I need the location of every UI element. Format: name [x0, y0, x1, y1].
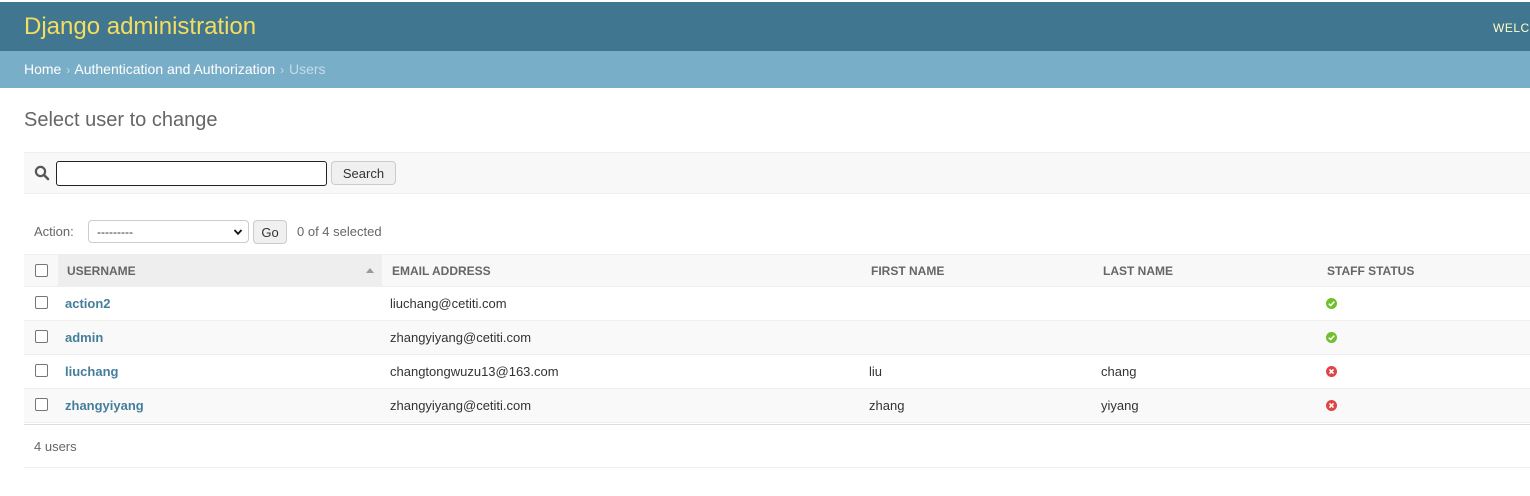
- column-header-first-name[interactable]: First name: [871, 255, 944, 287]
- username-link[interactable]: liuchang: [65, 364, 118, 379]
- email-cell: changtongwuzu13@163.com: [390, 364, 559, 379]
- x-circle-icon: [1326, 366, 1337, 377]
- search-input[interactable]: [56, 161, 327, 186]
- column-header-staff-status[interactable]: Staff status: [1327, 255, 1414, 287]
- chevron-down-icon: [233, 229, 243, 236]
- column-header-last-name[interactable]: Last name: [1103, 255, 1173, 287]
- table-row: liuchang changtongwuzu13@163.com liu cha…: [24, 355, 1530, 389]
- breadcrumb-separator: ›: [280, 63, 285, 77]
- actions-bar: Action: --------- Go 0 of 4 selected: [24, 218, 1530, 246]
- select-all-checkbox[interactable]: [35, 264, 48, 277]
- paginator: 4 users: [24, 424, 1530, 468]
- breadcrumb-home-link[interactable]: Home: [24, 61, 61, 77]
- page-title: Select user to change: [24, 109, 218, 131]
- breadcrumb: Home › Authentication and Authorization …: [0, 51, 1530, 88]
- email-cell: zhangyiyang@cetiti.com: [390, 330, 532, 345]
- action-label: Action:: [34, 224, 74, 239]
- breadcrumb-separator: ›: [66, 63, 71, 77]
- breadcrumb-current: Users: [288, 61, 326, 77]
- last-name-cell: chang: [1101, 364, 1137, 379]
- results-table: Username Email address First name Last n…: [24, 254, 1530, 423]
- check-circle-icon: [1326, 332, 1337, 343]
- first-name-cell: zhang: [869, 398, 905, 413]
- row-select-checkbox[interactable]: [35, 330, 48, 343]
- selection-counter: 0 of 4 selected: [297, 224, 382, 239]
- row-select-checkbox[interactable]: [35, 398, 48, 411]
- row-select-checkbox[interactable]: [35, 296, 48, 309]
- username-link[interactable]: admin: [65, 330, 103, 345]
- search-button[interactable]: Search: [331, 161, 396, 185]
- welcome-text: WELCOME: [1493, 21, 1530, 35]
- email-cell: zhangyiyang@cetiti.com: [390, 398, 532, 413]
- column-header-username[interactable]: Username: [58, 255, 382, 287]
- table-row: admin zhangyiyang@cetiti.com: [24, 321, 1530, 355]
- header: Django administration WELCOME: [0, 2, 1530, 51]
- table-header: Username Email address First name Last n…: [24, 254, 1530, 287]
- last-name-cell: yiyang: [1101, 398, 1139, 413]
- first-name-cell: liu: [869, 364, 883, 379]
- action-select-value: ---------: [97, 225, 133, 239]
- column-header-email[interactable]: Email address: [392, 255, 491, 287]
- breadcrumb-app-link[interactable]: Authentication and Authorization: [74, 61, 275, 77]
- row-select-checkbox[interactable]: [35, 364, 48, 377]
- search-icon: [34, 165, 50, 181]
- sort-ascending-icon[interactable]: [366, 268, 374, 273]
- username-link[interactable]: action2: [65, 296, 111, 311]
- email-cell: liuchang@cetiti.com: [390, 296, 507, 311]
- check-circle-icon: [1326, 298, 1337, 309]
- table-row: zhangyiyang zhangyiyang@cetiti.com zhang…: [24, 389, 1530, 423]
- column-header-label: Username: [67, 264, 136, 278]
- table-row: action2 liuchang@cetiti.com: [24, 287, 1530, 321]
- action-select[interactable]: ---------: [88, 220, 249, 243]
- go-button[interactable]: Go: [253, 220, 287, 244]
- username-link[interactable]: zhangyiyang: [65, 398, 144, 413]
- site-title-link[interactable]: Django administration: [24, 13, 256, 41]
- x-circle-icon: [1326, 400, 1337, 411]
- search-toolbar: Search: [24, 152, 1530, 194]
